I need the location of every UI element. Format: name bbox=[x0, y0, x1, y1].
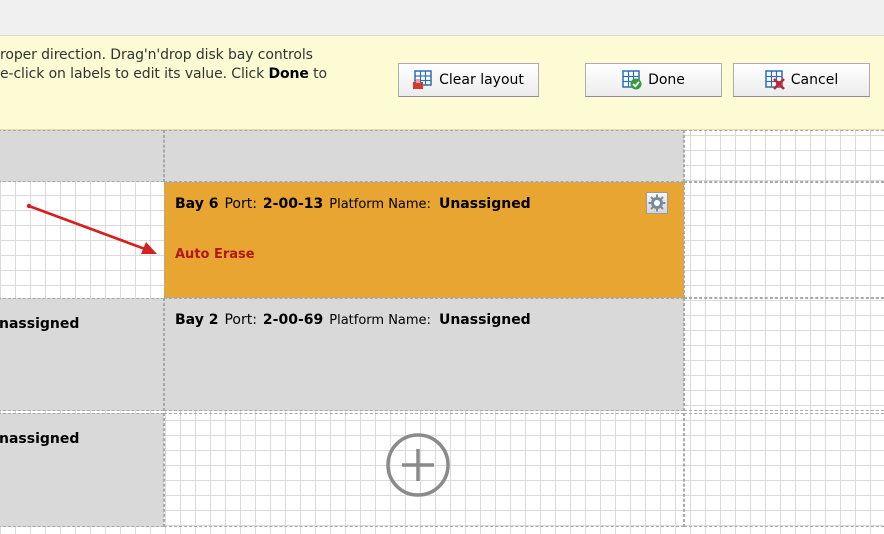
bay-cell-partial[interactable]: nassigned bbox=[0, 298, 164, 411]
port-label: Port: bbox=[224, 312, 257, 328]
column-header-left bbox=[0, 130, 164, 182]
column-header-right bbox=[164, 130, 684, 182]
bay-cell-selected[interactable]: Bay 6 Port: 2-00-13 Platform Name: Unassigne… bbox=[164, 182, 684, 298]
empty-grid-cell bbox=[684, 413, 884, 527]
banner-text-line2: e-click on labels to edit its value. Cli… bbox=[0, 66, 328, 82]
empty-bay-slot bbox=[164, 413, 684, 527]
bay-label[interactable]: Bay 6 bbox=[175, 196, 218, 212]
empty-grid-cell bbox=[684, 298, 884, 411]
port-value[interactable]: 2-00-13 bbox=[263, 196, 323, 212]
bay-label[interactable]: Bay 2 bbox=[175, 312, 218, 328]
done-button[interactable]: Done bbox=[585, 63, 722, 97]
banner-text-line1: roper direction. Drag'n'drop disk bay co… bbox=[0, 47, 313, 63]
clear-layout-button[interactable]: Clear layout bbox=[398, 63, 539, 97]
bay-settings-button[interactable] bbox=[646, 192, 668, 214]
cancel-icon bbox=[765, 70, 785, 90]
empty-grid-cell bbox=[684, 130, 884, 182]
port-value[interactable]: 2-00-69 bbox=[263, 312, 323, 328]
done-icon bbox=[622, 70, 642, 90]
auto-erase-status: Auto Erase bbox=[175, 247, 255, 262]
add-icon[interactable] bbox=[383, 430, 453, 500]
bay-info-line: Bay 6 Port: 2-00-13 Platform Name: Unassigne… bbox=[175, 196, 531, 212]
top-toolbar bbox=[0, 0, 884, 36]
empty-grid-cell bbox=[684, 182, 884, 298]
platform-name-label: Platform Name: bbox=[329, 197, 431, 212]
platform-value-partial: nassigned bbox=[0, 431, 80, 447]
platform-name-value[interactable]: Unassigned bbox=[439, 196, 531, 212]
port-label: Port: bbox=[224, 196, 257, 212]
done-label: Done bbox=[648, 72, 685, 88]
platform-name-label: Platform Name: bbox=[329, 313, 431, 328]
cancel-label: Cancel bbox=[790, 72, 839, 88]
gear-icon bbox=[648, 194, 666, 212]
layout-edit-banner: roper direction. Drag'n'drop disk bay co… bbox=[0, 36, 884, 130]
bay-cell[interactable]: Bay 2 Port: 2-00-69 Platform Name: Unassigne… bbox=[164, 298, 684, 411]
clear-layout-icon bbox=[413, 70, 433, 90]
cancel-button[interactable]: Cancel bbox=[733, 63, 870, 97]
platform-name-value[interactable]: Unassigned bbox=[439, 312, 531, 328]
clear-layout-label: Clear layout bbox=[439, 72, 524, 88]
platform-value-partial: nassigned bbox=[0, 316, 80, 332]
bay-cell-partial[interactable]: nassigned bbox=[0, 413, 164, 527]
bay-info-line: Bay 2 Port: 2-00-69 Platform Name: Unassigne… bbox=[175, 312, 531, 328]
